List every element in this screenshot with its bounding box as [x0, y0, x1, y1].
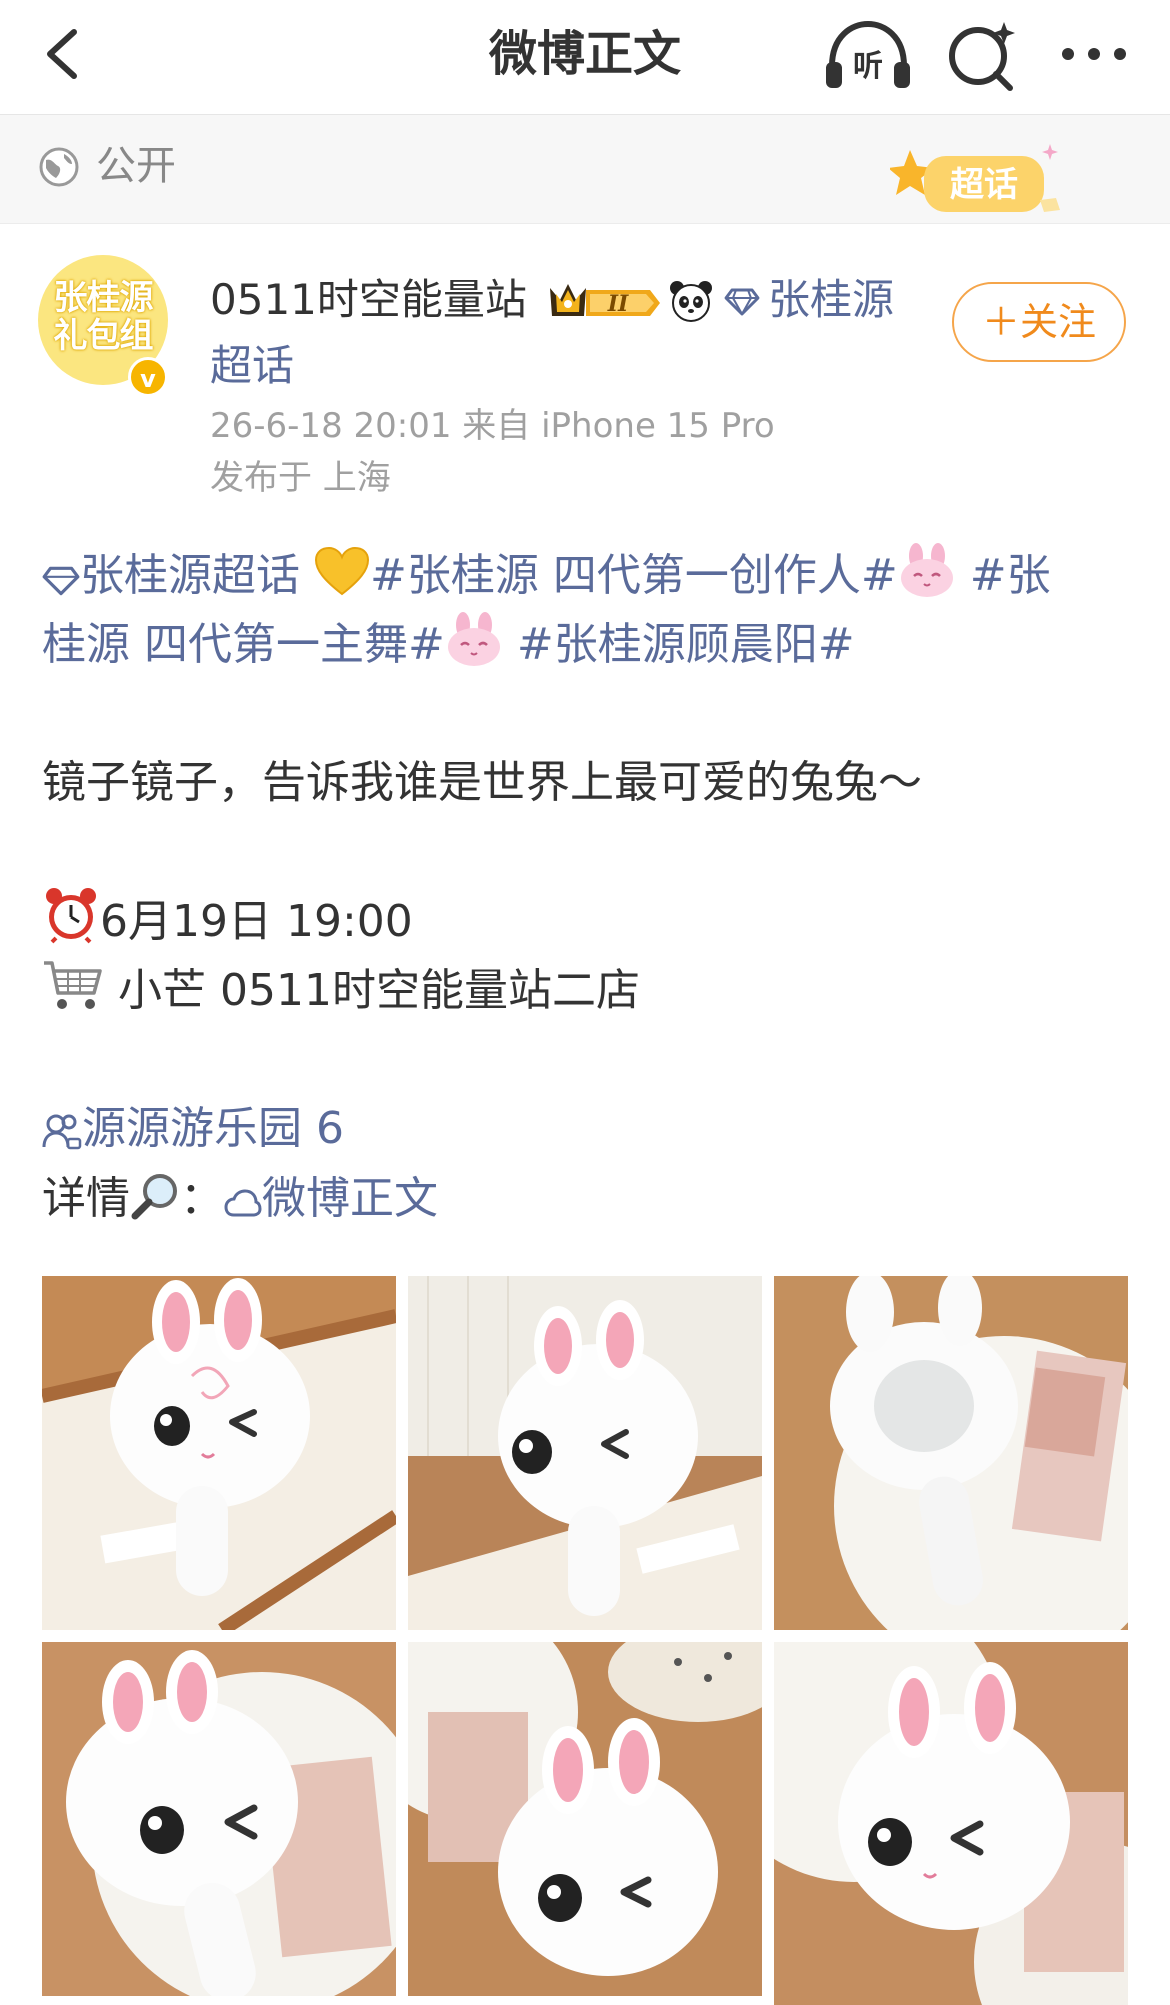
post-photo-6[interactable]	[774, 1642, 1128, 2005]
visibility-label: 公开	[96, 143, 176, 189]
crown-icon: II	[550, 284, 660, 317]
globe-icon	[39, 147, 79, 187]
author-name[interactable]: 0511时空能量站	[210, 272, 527, 328]
top-nav-bar: 微博正文 听	[0, 0, 1170, 115]
back-arrow-icon[interactable]	[34, 24, 94, 84]
supertopic-link[interactable]: 张桂源超话	[80, 550, 300, 601]
post-photo-2[interactable]	[408, 1276, 762, 1630]
post-text-line: 张桂源超话 #张桂源 四代第一创作人# #张	[42, 541, 1132, 611]
group-link[interactable]: 源源游乐园 6	[82, 1103, 344, 1154]
post-photo-4[interactable]	[42, 1642, 396, 1996]
pink-bunny-icon	[447, 612, 500, 666]
user-group-icon	[42, 1114, 82, 1150]
post-meta: 26-6-18 20:01 来自 iPhone 15 Pro	[210, 406, 775, 446]
post-text-line: 源源游乐园 6	[42, 1094, 1132, 1164]
svg-text:听: 听	[853, 49, 883, 84]
post-photo-5[interactable]	[408, 1642, 762, 1996]
detail-label: 详情	[42, 1173, 130, 1224]
post-photo-3[interactable]	[774, 1276, 1128, 1630]
diamond-icon	[42, 566, 80, 596]
search-sparkle-icon[interactable]	[944, 18, 1020, 94]
magnifier-icon	[131, 1174, 177, 1220]
post-text-line: 小芒 0511时空能量站二店	[42, 956, 1132, 1026]
post-text-line: 桂源 四代第一主舞# #张桂源顾晨阳#	[42, 610, 1132, 680]
post-photo-1[interactable]	[42, 1276, 396, 1630]
supertopic-link-suffix[interactable]: 超话	[210, 338, 294, 394]
hashtag-link[interactable]: #张	[970, 550, 1051, 601]
listen-button[interactable]: 听	[822, 18, 914, 92]
post-text-line: 镜子镜子，告诉我谁是世界上最可爱的兔兔～	[42, 757, 922, 808]
follow-button[interactable]: ＋关注	[952, 282, 1126, 362]
more-icon[interactable]	[1054, 20, 1134, 90]
diamond-icon	[724, 288, 760, 316]
shopping-cart-icon	[44, 961, 102, 1009]
supertopic-link[interactable]: 张桂源	[768, 272, 894, 328]
detail-separator: ：	[180, 1173, 224, 1224]
pink-bunny-icon	[900, 543, 953, 597]
hashtag-link[interactable]: 桂源 四代第一主舞#	[42, 619, 445, 670]
alarm-clock-icon	[46, 888, 96, 944]
post-text-line: 6月19日 19:00	[42, 886, 1132, 957]
post-location: 发布于 上海	[210, 458, 391, 498]
verified-badge: v	[128, 357, 168, 397]
svg-text:II: II	[607, 291, 629, 317]
article-link[interactable]: 微博正文	[262, 1173, 438, 1224]
panda-icon	[670, 281, 712, 322]
chaohua-star-badge[interactable]: 超话	[890, 140, 1080, 220]
store-info: 小芒 0511时空能量站二店	[118, 965, 640, 1016]
svg-text:超话: 超话	[950, 165, 1018, 205]
event-time: 6月19日 19:00	[100, 896, 413, 947]
cloud-link-icon	[224, 1189, 262, 1217]
hashtag-link[interactable]: #张桂源 四代第一创作人#	[370, 550, 898, 601]
listen-icon: 听	[826, 20, 910, 88]
yellow-heart-icon	[314, 546, 370, 596]
post-text-line: 详情 ： 微博正文	[42, 1164, 1132, 1234]
hashtag-link[interactable]: #张桂源顾晨阳#	[517, 619, 855, 670]
avatar-logo-text: 张桂源 礼包组	[53, 278, 154, 356]
